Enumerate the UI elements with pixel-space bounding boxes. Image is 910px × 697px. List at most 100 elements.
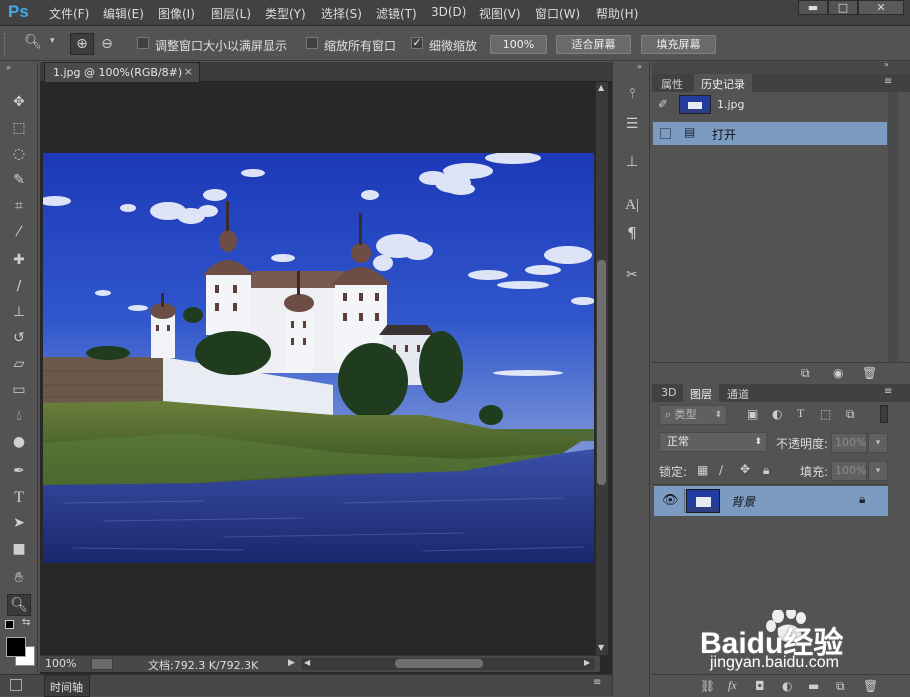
timeline-collapse-icon[interactable]: [10, 679, 22, 691]
new-document-from-state-icon[interactable]: ⧉: [801, 366, 810, 381]
filter-pixel-icon[interactable]: ▣: [747, 407, 758, 421]
clone-stamp-tool-icon[interactable]: ⊥: [8, 304, 30, 320]
layer-row[interactable]: 👁︎ 背景 🔒︎: [654, 486, 888, 516]
tool-presets-icon[interactable]: ✂: [621, 267, 643, 283]
zoom-all-windows-checkbox[interactable]: [306, 37, 318, 49]
menu-3d[interactable]: 3D(D): [431, 5, 466, 19]
timeline-tab[interactable]: 时间轴: [44, 675, 90, 697]
document-tab-close-icon[interactable]: ×: [184, 65, 193, 78]
filter-smart-object-icon[interactable]: ⧉: [846, 407, 855, 422]
menu-filter[interactable]: 滤镜(T): [376, 5, 417, 22]
vertical-scroll-thumb[interactable]: [597, 260, 606, 485]
panel-collapse-icon[interactable]: »: [6, 63, 11, 72]
menu-image[interactable]: 图像(I): [158, 5, 195, 22]
menu-help[interactable]: 帮助(H): [596, 5, 638, 22]
scroll-down-icon[interactable]: ▼: [598, 643, 604, 652]
history-collapse-icon[interactable]: »: [884, 60, 889, 69]
paragraph-panel-icon[interactable]: ¶: [621, 224, 643, 242]
filter-adjustment-icon[interactable]: ◐: [772, 407, 782, 421]
scroll-right-icon[interactable]: ▶: [584, 658, 590, 667]
healing-brush-tool-icon[interactable]: ✚: [8, 252, 30, 268]
rectangle-tool-icon[interactable]: ■: [8, 541, 30, 557]
eraser-tool-icon[interactable]: ▱: [8, 356, 30, 372]
zoom-in-icon[interactable]: ⊕: [70, 33, 94, 55]
marquee-tool-icon[interactable]: ⬚: [8, 120, 30, 136]
lock-all-icon[interactable]: 🔒︎: [763, 463, 769, 478]
blur-tool-icon[interactable]: 💧︎: [8, 408, 30, 424]
lock-image-icon[interactable]: ∕: [719, 463, 723, 477]
menu-layer[interactable]: 图层(L): [211, 5, 251, 22]
fit-screen-button[interactable]: 适合屏幕: [556, 35, 631, 54]
zoom-out-icon[interactable]: ⊖: [96, 34, 118, 54]
type-tool-icon[interactable]: T: [8, 489, 30, 507]
history-state-row[interactable]: ▤ 打开: [653, 122, 887, 145]
menu-view[interactable]: 视图(V): [479, 5, 521, 22]
foreground-color-swatch[interactable]: [6, 637, 26, 657]
history-scrollbar[interactable]: [888, 92, 898, 362]
gradient-tool-icon[interactable]: ▭: [8, 382, 30, 398]
close-window-button[interactable]: ✕: [858, 0, 904, 15]
tab-properties[interactable]: 属性: [654, 74, 690, 92]
camera-icon[interactable]: ◉: [833, 366, 843, 380]
crop-tool-icon[interactable]: ⌗: [8, 198, 30, 214]
zoom-tool-icon[interactable]: 🔍︎: [7, 594, 31, 616]
resize-windows-checkbox[interactable]: [137, 37, 149, 49]
status-menu-arrow-icon[interactable]: ▶: [288, 658, 295, 668]
layer-visibility-eye-icon[interactable]: 👁︎: [662, 493, 679, 508]
adjustment-sliders-icon[interactable]: ☰: [621, 116, 643, 132]
brush-tool-icon[interactable]: ∕: [8, 278, 30, 294]
zoom-tool-preset-icon[interactable]: 🔍︎: [22, 34, 44, 50]
menu-window[interactable]: 窗口(W): [535, 5, 580, 22]
tab-layers[interactable]: 图层: [683, 384, 719, 402]
eyedropper-tool-icon[interactable]: ⁄: [8, 224, 30, 240]
default-colors-icon[interactable]: [5, 620, 14, 629]
path-selection-tool-icon[interactable]: ➤: [8, 515, 30, 531]
tab-3d[interactable]: 3D: [654, 384, 683, 402]
dodge-tool-icon[interactable]: ●: [8, 434, 30, 450]
fill-screen-button[interactable]: 填充屏幕: [641, 35, 716, 54]
menu-select[interactable]: 选择(S): [321, 5, 362, 22]
move-tool-icon[interactable]: ✥: [8, 94, 30, 110]
hand-tool-icon[interactable]: ✋︎: [8, 570, 30, 586]
opacity-input[interactable]: 100%: [831, 433, 867, 453]
history-menu-icon[interactable]: ≡: [884, 76, 892, 87]
scroll-left-icon[interactable]: ◀: [304, 658, 310, 667]
trash-icon[interactable]: 🗑︎: [862, 366, 877, 380]
zoom-100-button[interactable]: 100%: [490, 35, 547, 54]
pen-tool-icon[interactable]: ✒: [8, 463, 30, 479]
swap-colors-icon[interactable]: ⇆: [22, 617, 30, 628]
lasso-tool-icon[interactable]: ◌: [8, 146, 30, 162]
lock-transparent-icon[interactable]: ▦: [697, 463, 708, 477]
fill-dropdown-icon[interactable]: ▾: [868, 461, 888, 481]
layer-filter-dropdown[interactable]: ⌕ 类型 ⬍: [659, 405, 727, 425]
fill-input[interactable]: 100%: [831, 461, 867, 481]
blend-mode-select[interactable]: 正常 ⬍: [659, 432, 767, 452]
tab-history[interactable]: 历史记录: [694, 74, 752, 92]
tab-channels[interactable]: 通道: [720, 384, 756, 402]
filter-type-icon[interactable]: T: [797, 406, 804, 421]
opacity-dropdown-icon[interactable]: ▾: [868, 433, 888, 453]
scrubby-zoom-checkbox[interactable]: ✓: [411, 37, 423, 49]
menu-edit[interactable]: 编辑(E): [103, 5, 144, 22]
history-brush-source-icon[interactable]: ✐: [658, 97, 668, 111]
scroll-up-icon[interactable]: ▲: [598, 83, 604, 92]
minimize-button[interactable]: ▬: [798, 0, 828, 15]
horizontal-scroll-thumb[interactable]: [395, 659, 483, 668]
timeline-menu-icon[interactable]: ≡: [593, 677, 601, 688]
menu-type[interactable]: 类型(Y): [265, 5, 306, 22]
filter-shape-icon[interactable]: ⬚: [820, 407, 831, 421]
lock-position-icon[interactable]: ✥: [740, 462, 750, 476]
quick-selection-tool-icon[interactable]: ✎: [8, 172, 30, 188]
layer-name[interactable]: 背景: [731, 493, 755, 510]
maximize-button[interactable]: □: [828, 0, 858, 15]
layers-menu-icon[interactable]: ≡: [884, 386, 892, 397]
menu-file[interactable]: 文件(F): [49, 5, 89, 22]
clone-source-icon[interactable]: ⊥: [621, 154, 643, 170]
history-brush-tool-icon[interactable]: ↺: [8, 330, 30, 346]
zoom-level-readout[interactable]: 100%: [45, 657, 76, 670]
preset-dropdown-icon[interactable]: ▾: [50, 36, 55, 46]
history-snapshot-row[interactable]: ✐ 1.jpg: [653, 93, 887, 116]
strip-collapse-icon[interactable]: »: [637, 62, 642, 71]
document-image[interactable]: [43, 153, 594, 563]
document-tab[interactable]: 1.jpg @ 100%(RGB/8#) ×: [44, 62, 200, 82]
